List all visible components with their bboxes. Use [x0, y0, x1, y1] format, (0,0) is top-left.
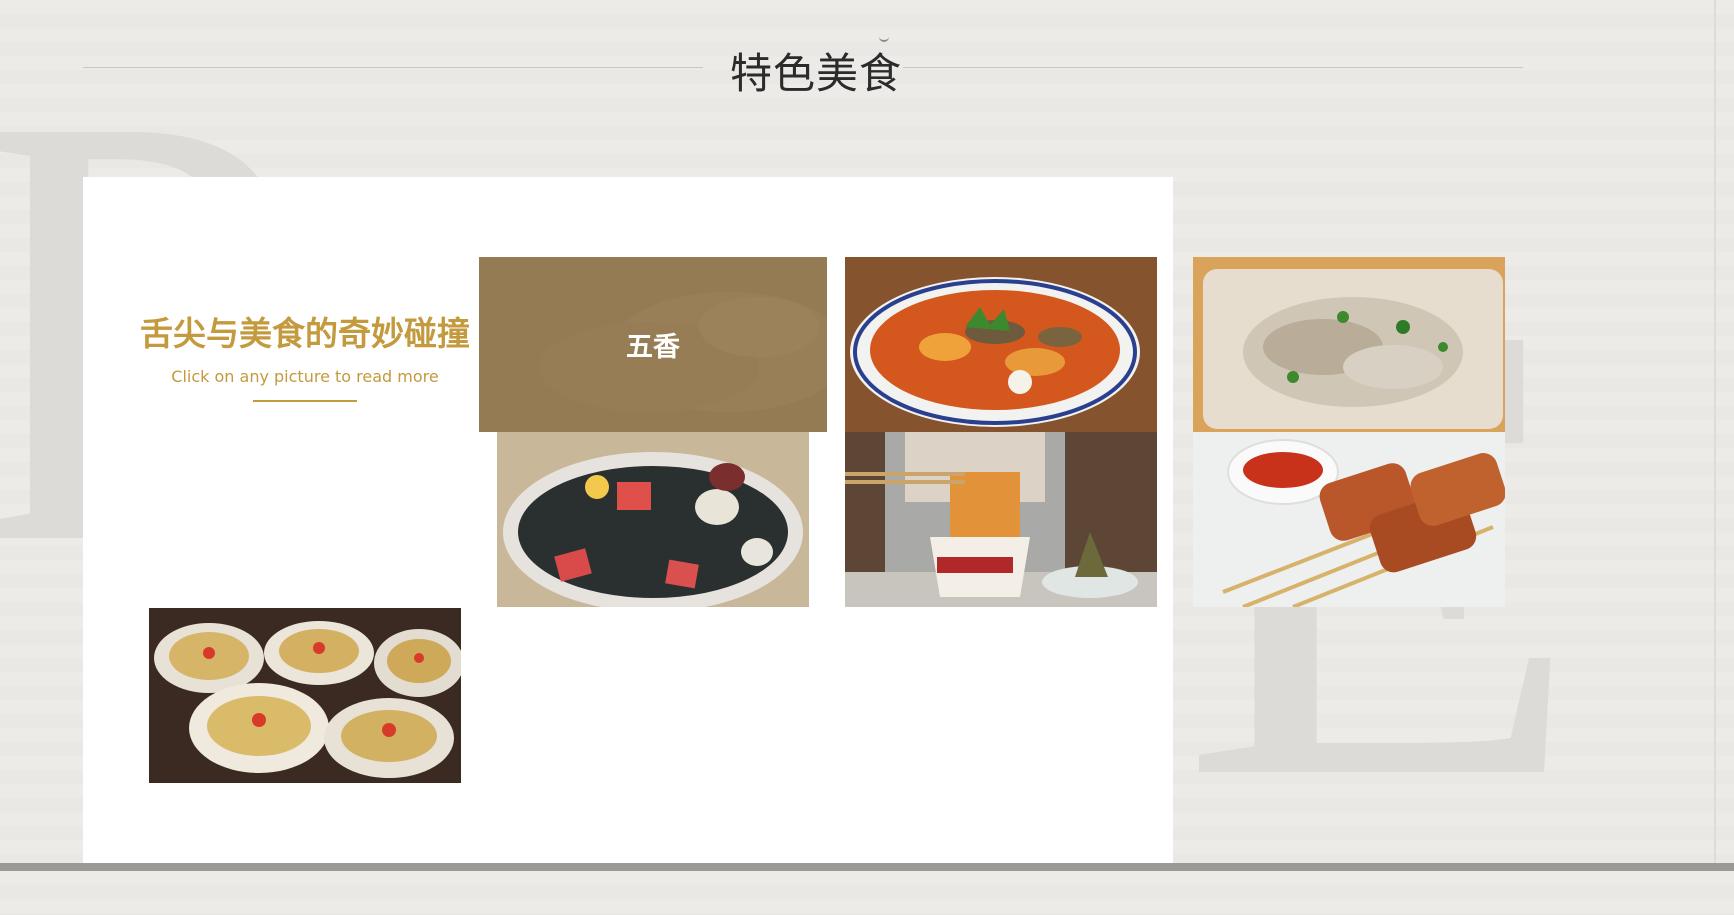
intro-subtext: Click on any picture to read more [171, 367, 439, 386]
gallery-tile-wuxiang[interactable]: 五香 [479, 257, 827, 432]
gallery-tile-noodle-cup[interactable] [845, 432, 1157, 607]
skewers-photo [1193, 432, 1505, 607]
page-edge-divider [1714, 0, 1716, 871]
intro-block: 舌尖与美食的奇妙碰撞 Click on any picture to read … [140, 310, 470, 402]
oysters-photo [149, 608, 461, 783]
bottom-bar [0, 863, 1734, 871]
gallery-tile-shredded-chicken[interactable] [1193, 257, 1505, 432]
intro-divider [253, 400, 357, 402]
tile-overlay: 五香 [479, 257, 827, 432]
header-rule-right [903, 67, 1523, 68]
gallery-tile-oysters[interactable] [149, 608, 461, 783]
tile-caption: 五香 [626, 332, 680, 363]
jelly-dessert-photo [497, 432, 809, 607]
gallery-tile-jelly-dessert[interactable] [497, 432, 809, 607]
header-rule-left [83, 67, 703, 68]
noodle-cup-photo [845, 432, 1157, 607]
gallery-tile-skewers[interactable] [1193, 432, 1505, 607]
gallery-tile-clam-soup[interactable] [845, 257, 1157, 432]
intro-heading: 舌尖与美食的奇妙碰撞 [140, 314, 470, 353]
section-title: 特色美食 [729, 49, 902, 98]
section-header: 特色美食 [83, 38, 1523, 98]
shredded-chicken-photo [1193, 257, 1505, 432]
clam-soup-photo [845, 257, 1157, 432]
